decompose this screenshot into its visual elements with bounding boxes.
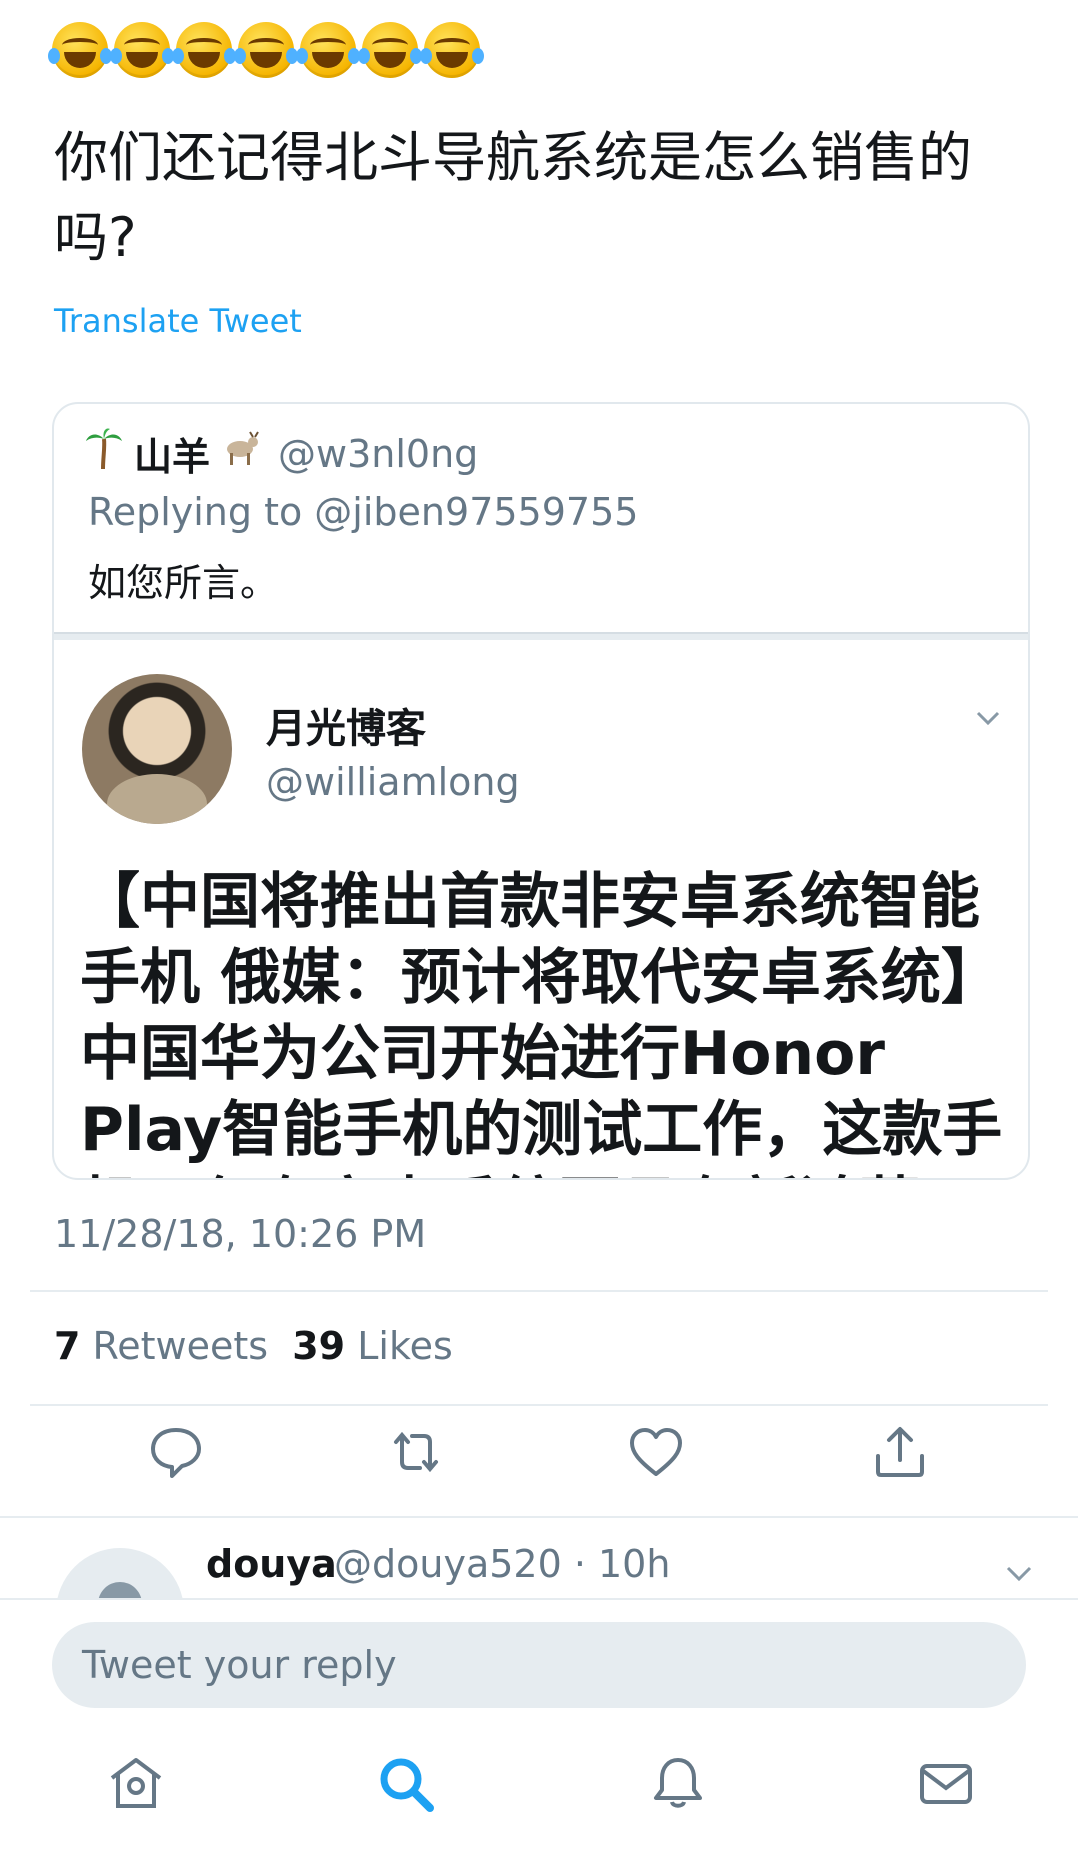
- retweets-count[interactable]: 7: [54, 1324, 80, 1368]
- tears-of-joy-emoji: [358, 22, 422, 78]
- embedded-author-avatar[interactable]: [82, 674, 232, 824]
- search-icon[interactable]: [374, 1752, 438, 1816]
- tears-of-joy-emoji: [296, 22, 360, 78]
- embedded-author-name[interactable]: 月光博客: [266, 696, 426, 754]
- likes-label[interactable]: Likes: [357, 1324, 453, 1368]
- notifications-icon[interactable]: [646, 1752, 710, 1816]
- bottom-bar: Tweet your reply: [0, 1598, 1078, 1860]
- home-icon[interactable]: [104, 1752, 168, 1816]
- reply-icon[interactable]: [146, 1422, 206, 1482]
- divider: [30, 1290, 1048, 1292]
- tweet-stats: 7 Retweets 39 Likes: [54, 1324, 453, 1368]
- quoted-tweet-card[interactable]: 山羊 @w3nl0ng Replying to @jiben97559755 如…: [52, 402, 1030, 1180]
- tweet-timestamp: 11/28/18, 10:26 PM: [54, 1212, 427, 1256]
- quoted-author-handle[interactable]: @w3nl0ng: [278, 432, 478, 476]
- reply-preview[interactable]: douya @douya520 · 10h: [0, 1520, 1078, 1598]
- palm-tree-icon: [84, 427, 124, 480]
- embedded-tweet-text: 【中国将推出首款非安卓系统智能手机 俄媒：预计将取代安卓系统】中国华为公司开始进…: [80, 867, 1003, 1178]
- likes-count[interactable]: 39: [292, 1324, 345, 1368]
- reply-author-meta: @douya520 · 10h: [334, 1542, 671, 1586]
- tweet-reply-input[interactable]: Tweet your reply: [52, 1622, 1026, 1708]
- tears-of-joy-emoji: [234, 22, 298, 78]
- replying-to-label: Replying to @jiben97559755: [88, 490, 639, 534]
- embedded-author-handle[interactable]: @williamlong: [266, 760, 520, 804]
- quoted-tweet-header: 山羊 @w3nl0ng: [84, 426, 478, 481]
- retweets-label[interactable]: Retweets: [93, 1324, 269, 1368]
- goat-icon: [220, 431, 260, 476]
- tab-bar: [0, 1752, 1078, 1842]
- tweet-text: 你们还记得北斗导航系统是怎么销售的吗?: [54, 126, 972, 269]
- emoji-row: [48, 22, 484, 78]
- tears-of-joy-emoji: [172, 22, 236, 78]
- like-icon[interactable]: [626, 1422, 686, 1482]
- divider: [30, 1404, 1048, 1406]
- retweet-icon[interactable]: [386, 1422, 446, 1482]
- tears-of-joy-emoji: [420, 22, 484, 78]
- chevron-down-icon[interactable]: [974, 704, 1002, 732]
- reply-author-avatar[interactable]: [56, 1548, 184, 1598]
- quoted-divider: [54, 632, 1028, 640]
- tweet-actions: [0, 1422, 1078, 1502]
- reply-author-name[interactable]: douya: [206, 1542, 337, 1586]
- quoted-author-name[interactable]: 山羊: [134, 426, 210, 481]
- quoted-tweet-body: 如您所言。: [88, 561, 279, 605]
- translate-tweet-link[interactable]: Translate Tweet: [54, 302, 302, 340]
- tears-of-joy-emoji: [48, 22, 112, 78]
- messages-icon[interactable]: [914, 1752, 978, 1816]
- chevron-down-icon[interactable]: [1004, 1558, 1034, 1592]
- divider: [0, 1516, 1078, 1518]
- share-icon[interactable]: [870, 1422, 930, 1482]
- tears-of-joy-emoji: [110, 22, 174, 78]
